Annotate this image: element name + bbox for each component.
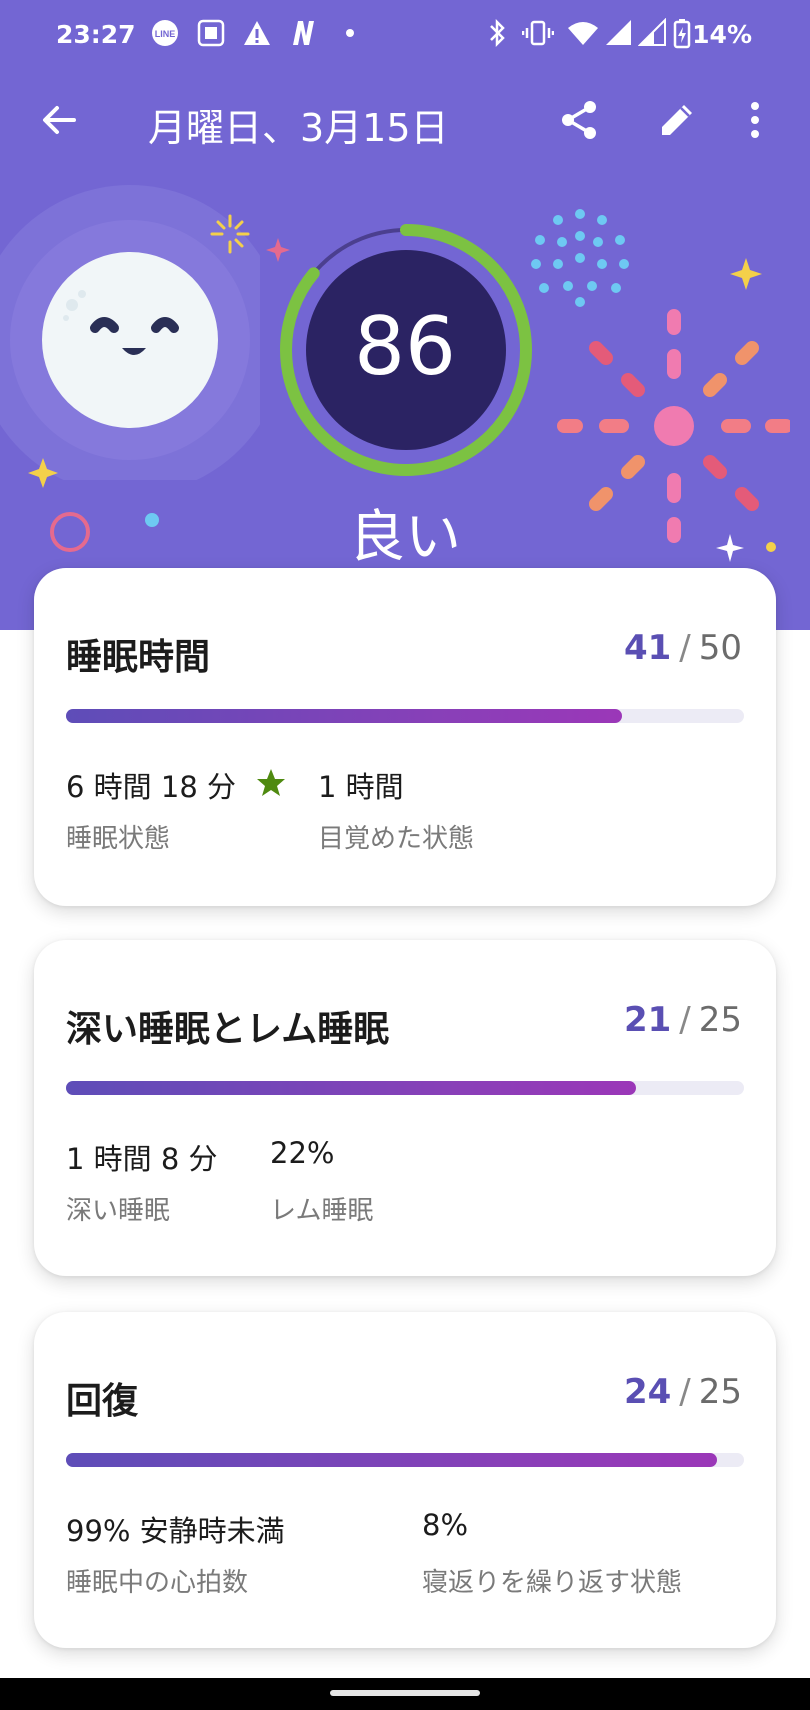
score-value: 24 [623, 1372, 672, 1412]
stat-value: 6 時間 18 分 [66, 770, 237, 804]
stat-value: 22% [270, 1136, 335, 1170]
signal-icon-2 [638, 18, 666, 46]
score-max: 25 [698, 1000, 742, 1040]
hero-section: 23:27 LINE 14% 月曜日、3月15日 86 良い [0, 0, 810, 630]
dot-icon [346, 29, 354, 37]
firework-blue-icon [531, 209, 629, 307]
card-score: 24/25 [623, 1372, 742, 1412]
card-score: 21/25 [623, 1000, 742, 1040]
line-icon: LINE [152, 20, 178, 46]
signal-icon [606, 20, 631, 45]
edit-icon[interactable] [654, 97, 700, 143]
gold-star-icon-2 [730, 258, 762, 290]
page-title: 月曜日、3月15日 [148, 106, 449, 150]
status-time: 23:27 [56, 20, 136, 49]
card-sleep-duration[interactable]: 睡眠時間 41/50 6 時間 18 分 睡眠状態 1 時間 目覚めた状態 [34, 568, 776, 906]
warning-icon [244, 21, 270, 45]
white-star-icon [716, 534, 744, 562]
stat-label: レム睡眠 [270, 1196, 374, 1226]
score-max: 50 [698, 628, 742, 668]
gold-star-icon [28, 458, 58, 488]
stat-value: 8% [422, 1508, 469, 1542]
score-max: 25 [698, 1372, 742, 1412]
card-title: 睡眠時間 [66, 637, 211, 678]
card-title: 回復 [66, 1381, 139, 1422]
stat-label: 深い睡眠 [66, 1196, 171, 1226]
status-bar: 23:27 LINE 14% [0, 0, 810, 70]
sleep-score-rating: 良い [349, 505, 461, 570]
progress-fill [66, 709, 622, 723]
card-recovery[interactable]: 回復 24/25 99% 安静時未満 睡眠中の心拍数 8% 寝返りを繰り返す状態 [34, 1312, 776, 1648]
stat-label: 睡眠中の心拍数 [66, 1568, 249, 1598]
share-icon[interactable] [556, 97, 602, 143]
app-icon [197, 19, 225, 47]
progress-track [66, 1081, 744, 1095]
battery-charging-icon [673, 19, 691, 49]
svg-text:LINE: LINE [155, 29, 176, 39]
wifi-icon [568, 22, 598, 45]
firework-pink-icon [557, 309, 790, 543]
system-nav-bar [0, 1678, 810, 1710]
vibrate-icon [522, 20, 554, 46]
score-value: 41 [623, 628, 672, 668]
star-icon [257, 769, 285, 796]
battery-percent: 14% [692, 20, 752, 49]
stat-label: 睡眠状態 [66, 824, 171, 854]
gold-dot-icon [766, 542, 776, 552]
stat-value: 99% 安静時未満 [66, 1514, 285, 1548]
n-icon [293, 21, 314, 45]
sparkle-icon [210, 214, 250, 254]
card-deep-rem-sleep[interactable]: 深い睡眠とレム睡眠 21/25 1 時間 8 分 深い睡眠 22% レム睡眠 [34, 940, 776, 1276]
card-title: 深い睡眠とレム睡眠 [66, 1009, 390, 1050]
sleep-score-value: 86 [354, 300, 456, 393]
bluetooth-icon [490, 18, 505, 48]
stat-label: 目覚めた状態 [318, 824, 475, 854]
dot-deco-icon [145, 513, 159, 527]
back-icon[interactable] [36, 97, 82, 143]
ring-deco-icon [50, 512, 90, 552]
stat-value: 1 時間 [318, 770, 404, 804]
stat-value: 1 時間 8 分 [66, 1142, 218, 1176]
home-gesture-pill[interactable] [330, 1690, 480, 1696]
progress-track [66, 709, 744, 723]
progress-fill [66, 1081, 636, 1095]
progress-track [66, 1453, 744, 1467]
top-app-bar: 月曜日、3月15日 [0, 85, 810, 155]
more-icon[interactable] [740, 97, 770, 143]
card-score: 41/50 [623, 628, 742, 668]
score-value: 21 [623, 1000, 672, 1040]
progress-fill [66, 1453, 717, 1467]
stat-label: 寝返りを繰り返す状態 [422, 1568, 683, 1598]
